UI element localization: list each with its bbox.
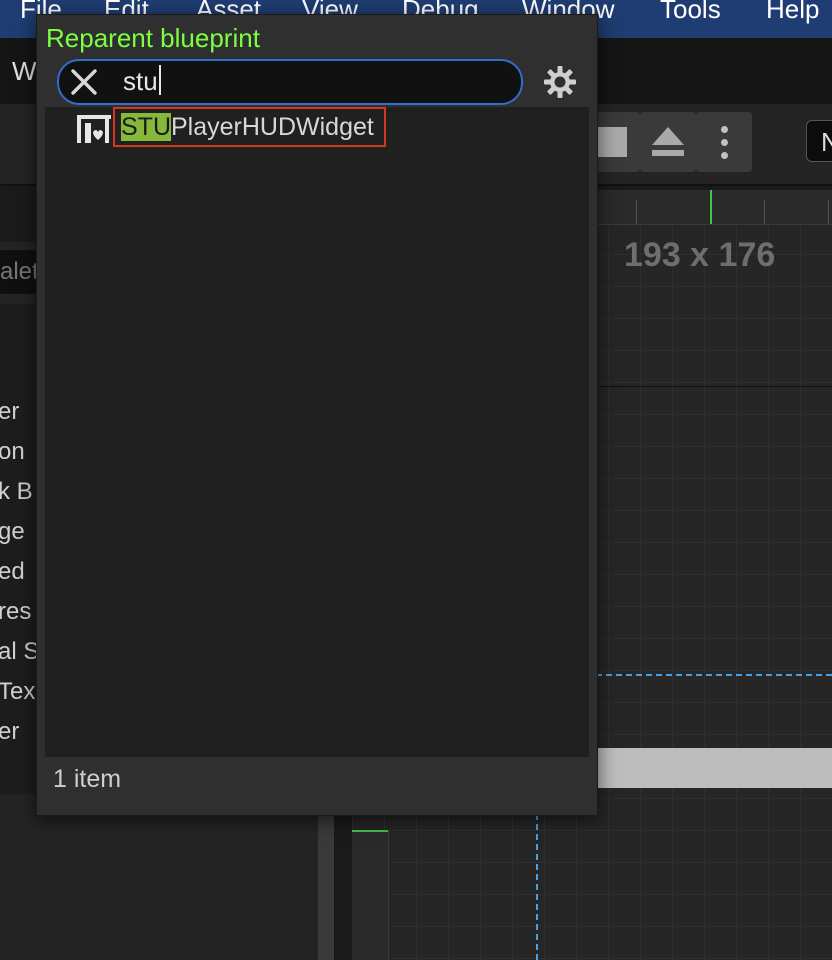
eject-icon (652, 127, 684, 157)
list-item[interactable]: STUPlayerHUDWidget (45, 107, 589, 151)
palette-item[interactable]: ge (0, 518, 25, 546)
popup-title: Reparent blueprint (46, 23, 260, 53)
menu-help[interactable]: Help (766, 0, 819, 25)
selection-outline (596, 674, 832, 676)
palette-item[interactable]: Tex (0, 678, 35, 706)
eject-button[interactable] (640, 112, 696, 172)
settings-button[interactable] (543, 65, 577, 99)
kebab-icon (720, 125, 728, 159)
hierarchy-panel (0, 794, 318, 960)
panel-splitter[interactable] (318, 816, 334, 960)
text-caret (158, 65, 161, 95)
palette-item[interactable]: ed (0, 558, 25, 586)
ruler-tick (828, 200, 829, 224)
widget-blueprint-icon (77, 115, 111, 143)
mode-selector[interactable]: N (806, 120, 832, 162)
selection-outline (536, 814, 538, 960)
palette-item[interactable]: al S (0, 638, 39, 666)
search-value: stu (123, 66, 158, 96)
canvas-widget-bar[interactable] (596, 748, 832, 788)
results-list: STUPlayerHUDWidget (45, 107, 589, 757)
ruler-marker (352, 830, 388, 832)
stop-icon (597, 127, 627, 157)
result-name: PlayerHUDWidget (171, 113, 374, 141)
close-icon[interactable] (69, 67, 99, 97)
canvas-dimensions: 193 x 176 (624, 236, 776, 274)
palette-search-input[interactable]: alet (0, 250, 40, 294)
reparent-blueprint-popup: Reparent blueprint stu STUPlayerHUDWidge… (36, 14, 598, 816)
item-count: 1 item (53, 765, 122, 793)
palette-item[interactable]: res (0, 598, 31, 626)
ruler-marker (710, 190, 712, 224)
result-label[interactable]: STUPlayerHUDWidget (113, 107, 386, 147)
palette-item[interactable]: on (0, 438, 25, 466)
palette-item[interactable]: er (0, 398, 19, 426)
palette-item[interactable]: er (0, 718, 19, 746)
more-options-button[interactable] (696, 112, 752, 172)
ruler-tick (764, 200, 765, 224)
canvas-guide-line (596, 386, 832, 387)
menu-tools[interactable]: Tools (660, 0, 721, 25)
gear-icon (544, 66, 576, 98)
match-highlight: STU (121, 113, 171, 141)
document-tab[interactable]: W (12, 56, 37, 87)
vertical-ruler (352, 830, 389, 960)
palette-item[interactable]: k B (0, 478, 33, 506)
ruler-tick (636, 200, 637, 224)
search-input[interactable]: stu (57, 59, 523, 105)
